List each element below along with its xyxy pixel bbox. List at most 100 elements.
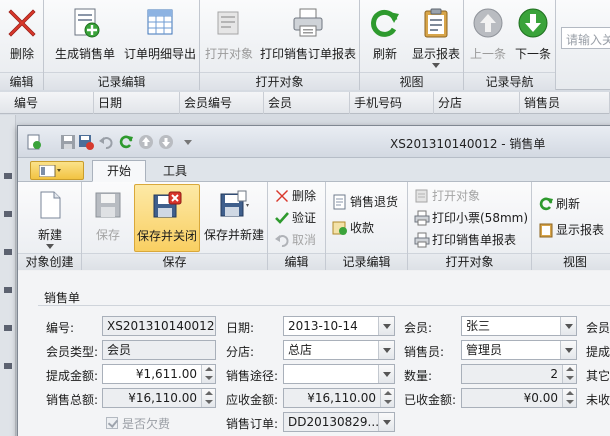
- spin-buttons[interactable]: [562, 389, 576, 407]
- column-header-phone[interactable]: 手机号码: [350, 92, 434, 114]
- search-input[interactable]: 请输入关: [561, 27, 610, 49]
- verify-button[interactable]: 验证: [272, 208, 316, 228]
- printer-icon: [293, 8, 323, 37]
- chevron-down-icon[interactable]: [560, 341, 576, 359]
- row-marker: [4, 249, 12, 255]
- window-ribbon: 新建 对象创建 保存 保存并关闭 保存并新建 保存 删除 验证 取消 编辑 销售…: [18, 182, 610, 270]
- date-field[interactable]: 2013-10-14: [283, 316, 395, 336]
- refresh-button[interactable]: 刷新: [362, 2, 408, 70]
- open-object-icon: [217, 11, 239, 35]
- row-marker: [4, 173, 12, 179]
- member-field[interactable]: 张三: [461, 316, 577, 336]
- column-header-salesperson[interactable]: 销售员: [520, 92, 610, 114]
- next-record-button[interactable]: 下一条: [510, 2, 556, 70]
- channel-label: 销售途径:: [226, 369, 279, 383]
- spin-buttons[interactable]: [562, 365, 576, 383]
- member-extra-label: 会员: [586, 321, 610, 335]
- member-label: 会员:: [404, 321, 433, 335]
- sales-order-field[interactable]: DD20130829...: [283, 412, 395, 432]
- tab-start[interactable]: 开始: [92, 160, 146, 182]
- member-type-field[interactable]: 会员: [102, 340, 216, 360]
- printer-icon: [414, 210, 430, 226]
- clipboard-report-icon: [539, 223, 553, 238]
- sales-return-button[interactable]: 销售退货: [330, 192, 398, 212]
- new-button[interactable]: 新建: [22, 184, 78, 252]
- column-header-branch[interactable]: 分店: [434, 92, 520, 114]
- other-extra-label: 其它: [586, 369, 610, 383]
- refresh-button[interactable]: 刷新: [536, 194, 580, 214]
- channel-field[interactable]: [283, 364, 395, 384]
- chevron-down-icon: [432, 63, 440, 68]
- orders-grid-header: 编号 日期 会员编号 会员 手机号码 分店 销售员: [0, 92, 610, 114]
- collect-payment-button[interactable]: 收款: [330, 218, 374, 238]
- commission-extra-label: 提成: [586, 345, 610, 359]
- chevron-down-icon[interactable]: [378, 413, 394, 431]
- branch-field[interactable]: 总店: [283, 340, 395, 360]
- save-and-new-button[interactable]: 保存并新建: [202, 184, 266, 252]
- row-marker: [4, 363, 12, 369]
- ribbon-tabs: 开始 工具: [18, 158, 610, 182]
- chevron-down-icon[interactable]: [378, 341, 394, 359]
- ribbon-group-view: 刷新 显示报表 视图: [532, 182, 610, 270]
- received-field[interactable]: ¥0.00: [461, 388, 577, 408]
- row-marker: [4, 287, 12, 293]
- undo-icon[interactable]: [98, 134, 114, 150]
- number-field[interactable]: XS201310140012: [102, 316, 216, 336]
- customize-toolbar-icon[interactable]: [180, 134, 196, 150]
- ribbon-group-edit: 删除 验证 取消 编辑: [268, 182, 326, 270]
- previous-record-button[interactable]: 上一条: [466, 2, 510, 70]
- printer-icon: [414, 232, 430, 248]
- chevron-down-icon[interactable]: [378, 365, 394, 383]
- previous-record-icon[interactable]: [138, 134, 154, 150]
- next-record-icon[interactable]: [158, 134, 174, 150]
- print-sales-report-button[interactable]: 打印销售单报表: [412, 230, 516, 250]
- print-ticket-button[interactable]: 打印小票(58mm): [412, 208, 528, 228]
- spin-buttons[interactable]: [201, 365, 215, 383]
- ribbon-group-record-edit: 销售退货 收款 记录编辑: [326, 182, 408, 270]
- spin-buttons[interactable]: [380, 389, 394, 407]
- column-header-number[interactable]: 编号: [0, 92, 94, 114]
- window-titlebar: XS201310140012 - 销售单: [18, 126, 610, 158]
- save-button[interactable]: 保存: [84, 184, 132, 252]
- commission-label: 提成金额:: [46, 369, 99, 383]
- salesperson-label: 销售员:: [404, 345, 445, 359]
- chevron-down-icon[interactable]: [378, 317, 394, 335]
- receivable-field[interactable]: ¥16,110.00: [283, 388, 395, 408]
- chevron-down-icon[interactable]: [560, 317, 576, 335]
- open-object-button[interactable]: 打开对象: [202, 2, 256, 70]
- total-field[interactable]: ¥16,110.00: [102, 388, 216, 408]
- show-report-button[interactable]: 显示报表: [408, 2, 464, 70]
- is-debt-checkbox[interactable]: [106, 417, 118, 429]
- cancel-button[interactable]: 取消: [272, 230, 316, 250]
- ribbon-group-record-navigation: 上一条 下一条 记录导航: [464, 0, 556, 90]
- column-header-date[interactable]: 日期: [94, 92, 180, 114]
- save-and-close-button[interactable]: 保存并关闭: [134, 184, 200, 252]
- ribbon-group-record-edit: 生成销售单 订单明细导出 记录编辑: [44, 0, 200, 90]
- quick-save-close-icon[interactable]: [78, 134, 94, 150]
- app-document-icon: [27, 134, 41, 150]
- ribbon-group-edit: 删除 编辑: [0, 0, 44, 90]
- show-report-button[interactable]: 显示报表: [536, 220, 604, 240]
- quantity-field[interactable]: 2: [461, 364, 577, 384]
- section-title: 销售单: [44, 291, 81, 305]
- main-ribbon: 删除 编辑 生成销售单 订单明细导出 记录编辑 打开对象 打印销售订单报表 打开…: [0, 0, 610, 90]
- export-order-details-button[interactable]: 订单明细导出: [122, 2, 198, 70]
- application-menu-button[interactable]: [30, 161, 84, 180]
- print-sales-order-report-button[interactable]: 打印销售订单报表: [256, 2, 360, 70]
- window-title: XS201310140012 - 销售单: [390, 137, 546, 151]
- tab-tools[interactable]: 工具: [148, 160, 202, 182]
- commission-field[interactable]: ¥1,611.00: [102, 364, 216, 384]
- quick-save-icon[interactable]: [60, 134, 76, 150]
- delete-button[interactable]: 删除: [0, 2, 44, 70]
- salesperson-field[interactable]: 管理员: [461, 340, 577, 360]
- open-object-button[interactable]: 打开对象: [412, 186, 480, 206]
- column-header-member-number[interactable]: 会员编号: [180, 92, 264, 114]
- generate-sales-order-button[interactable]: 生成销售单: [48, 2, 122, 70]
- return-document-icon: [333, 194, 346, 210]
- column-header-member[interactable]: 会员: [264, 92, 350, 114]
- ribbon-group-create: 新建 对象创建: [18, 182, 82, 270]
- payment-icon: [332, 221, 347, 235]
- spin-buttons[interactable]: [201, 389, 215, 407]
- delete-button[interactable]: 删除: [272, 186, 316, 206]
- refresh-icon[interactable]: [118, 134, 134, 150]
